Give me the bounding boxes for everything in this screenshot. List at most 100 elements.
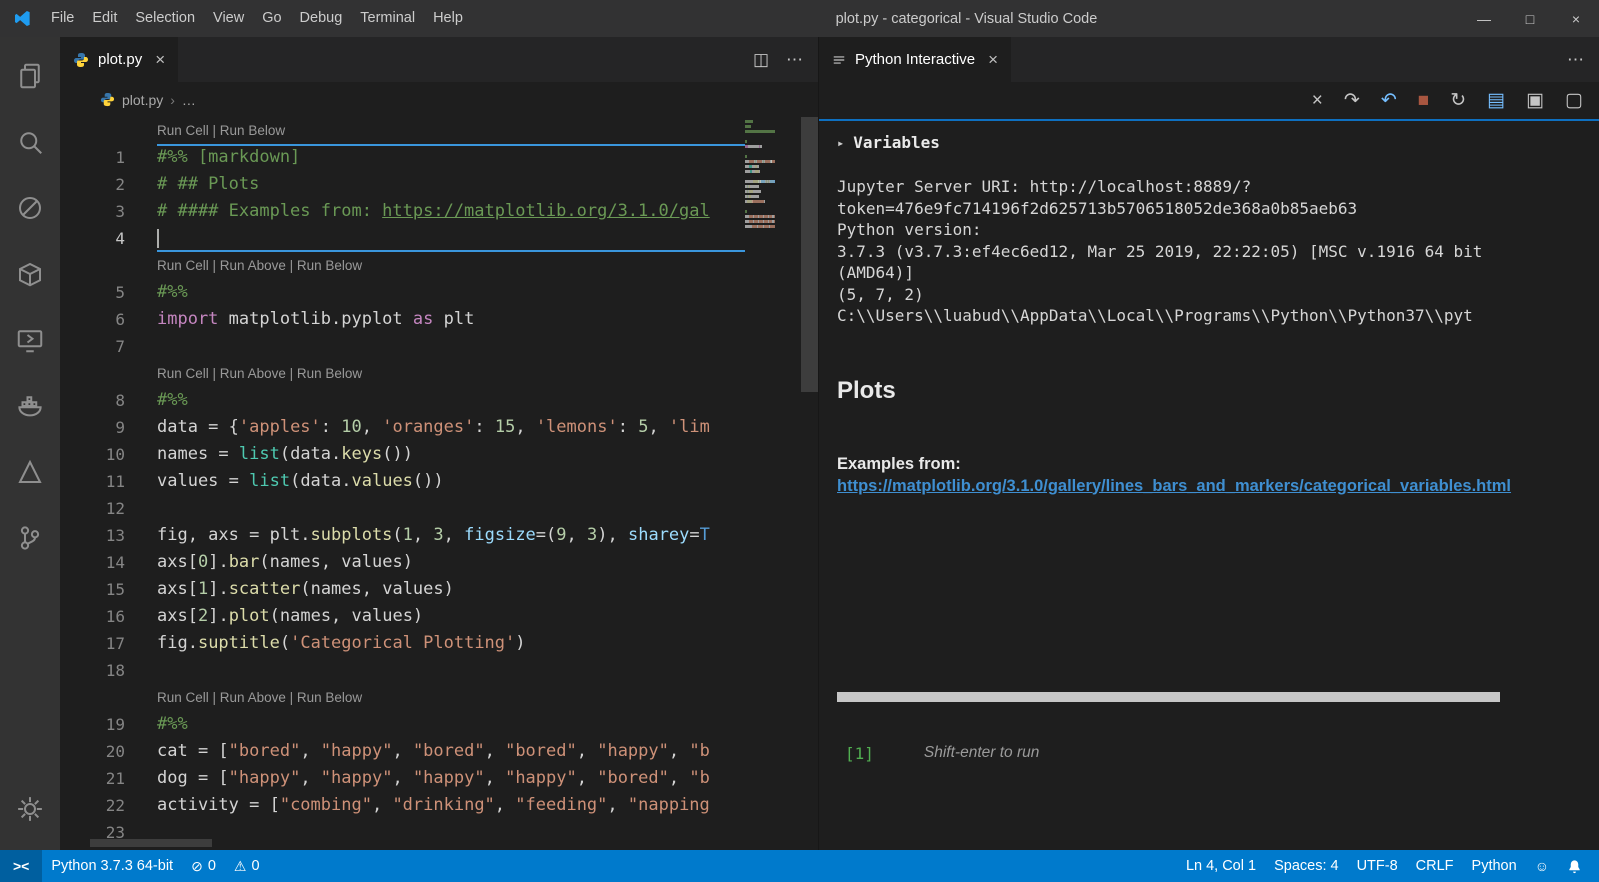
status-cursor-position[interactable]: Ln 4, Col 1	[1177, 850, 1265, 882]
code-line-content[interactable]: values = list(data.values())	[157, 468, 745, 495]
export-notebook-icon[interactable]: ▤	[1487, 91, 1505, 110]
code-line-content[interactable]: cat = ["bored", "happy", "bored", "bored…	[157, 738, 745, 765]
undo-icon[interactable]: ↶	[1381, 91, 1397, 110]
collapse-input-icon[interactable]: ▢	[1565, 91, 1583, 110]
menu-help[interactable]: Help	[424, 0, 472, 37]
code-line-content[interactable]	[157, 333, 745, 360]
tab-close-icon[interactable]: ×	[155, 50, 165, 70]
menu-debug[interactable]: Debug	[291, 0, 352, 37]
split-editor-icon[interactable]: ◫	[753, 50, 769, 70]
codelens-run-below[interactable]: Run Below	[297, 690, 362, 705]
codelens-run-above[interactable]: Run Above	[220, 258, 286, 273]
docker-icon[interactable]	[6, 373, 54, 439]
more-actions-icon[interactable]: ⋯	[1567, 50, 1584, 70]
redo-icon[interactable]: ↷	[1344, 91, 1360, 110]
vertical-scrollbar-thumb[interactable]	[801, 117, 818, 392]
breadcrumb-item-file[interactable]: plot.py	[122, 92, 163, 108]
input-prompt-row[interactable]: [1] Shift-enter to run	[837, 744, 1599, 763]
line-number	[60, 684, 157, 711]
search-icon[interactable]	[6, 109, 54, 175]
codelens-run-below[interactable]: Run Below	[220, 123, 285, 138]
line-number: 7	[60, 333, 157, 360]
menu-file[interactable]: File	[42, 0, 83, 37]
code-line-content[interactable]: # ## Plots	[157, 171, 745, 198]
status-indentation[interactable]: Spaces: 4	[1265, 850, 1348, 882]
code-line-content[interactable]: #%%	[157, 279, 745, 306]
menu-go[interactable]: Go	[253, 0, 290, 37]
code-line-content[interactable]: # #### Examples from: https://matplotlib…	[157, 198, 745, 225]
code-line-content[interactable]: #%% [markdown]	[157, 144, 745, 171]
code-line-content[interactable]: #%%	[157, 711, 745, 738]
menu-view[interactable]: View	[204, 0, 253, 37]
code-line-content[interactable]: #%%	[157, 387, 745, 414]
codelens-row: Run Cell | Run Above | Run Below	[60, 360, 745, 387]
python-file-icon	[100, 92, 115, 107]
tab-plot-py[interactable]: plot.py ×	[60, 37, 178, 82]
remote-display-icon[interactable]	[6, 307, 54, 373]
tab-close-icon[interactable]: ×	[988, 50, 998, 70]
horizontal-scrollbar-thumb[interactable]	[90, 839, 212, 847]
code-line-content[interactable]: data = {'apples': 10, 'oranges': 15, 'le…	[157, 414, 745, 441]
status-python-interpreter[interactable]: Python 3.7.3 64-bit	[42, 850, 182, 882]
codelens-run-below[interactable]: Run Below	[297, 366, 362, 381]
status-errors[interactable]: ⊘0	[182, 850, 225, 882]
status-bar-right: Ln 4, Col 1Spaces: 4UTF-8CRLFPython☺	[1177, 850, 1599, 882]
code-line-content[interactable]	[157, 495, 745, 522]
code-line-content[interactable]: activity = ["combing", "drinking", "feed…	[157, 792, 745, 819]
minimize-button[interactable]: —	[1461, 0, 1507, 37]
code-line-content[interactable]: names = list(data.keys())	[157, 441, 745, 468]
codelens-run-cell[interactable]: Run Cell	[157, 123, 209, 138]
tab-python-interactive[interactable]: Python Interactive ×	[819, 37, 1011, 82]
code-line-content[interactable]: axs[1].scatter(names, values)	[157, 576, 745, 603]
codelens-run-above[interactable]: Run Above	[220, 366, 286, 381]
codelens-run-cell[interactable]: Run Cell	[157, 366, 209, 381]
expand-input-icon[interactable]: ▣	[1526, 91, 1544, 110]
status-feedback[interactable]: ☺	[1526, 850, 1558, 882]
console-line: (5, 7, 2)	[837, 284, 1599, 306]
close-button[interactable]: ×	[1553, 0, 1599, 37]
restart-kernel-icon[interactable]: ↻	[1450, 91, 1466, 110]
code-line-content[interactable]: dog = ["happy", "happy", "happy", "happy…	[157, 765, 745, 792]
notifications-bell-icon[interactable]	[1558, 850, 1591, 882]
breadcrumb-item-more[interactable]: …	[182, 92, 196, 108]
code-line-row: 21dog = ["happy", "happy", "happy", "hap…	[60, 765, 745, 792]
variables-section-header[interactable]: ▸ Variables	[837, 133, 1599, 152]
code-line-content[interactable]	[157, 819, 745, 846]
code-line-content[interactable]: fig, axs = plt.subplots(1, 3, figsize=(9…	[157, 522, 745, 549]
codelens-run-above[interactable]: Run Above	[220, 690, 286, 705]
package-icon[interactable]	[6, 241, 54, 307]
codelens-run-below[interactable]: Run Below	[297, 258, 362, 273]
status-encoding[interactable]: UTF-8	[1348, 850, 1407, 882]
line-number: 1	[60, 144, 157, 171]
more-actions-icon[interactable]: ⋯	[786, 50, 803, 70]
codelens-run-cell[interactable]: Run Cell	[157, 258, 209, 273]
code-line-content[interactable]: axs[0].bar(names, values)	[157, 549, 745, 576]
codelens-run-cell[interactable]: Run Cell	[157, 690, 209, 705]
menu-edit[interactable]: Edit	[83, 0, 126, 37]
line-number	[60, 360, 157, 387]
code-line-content[interactable]: import matplotlib.pyplot as plt	[157, 306, 745, 333]
azure-icon[interactable]	[6, 439, 54, 505]
minimap[interactable]	[745, 120, 801, 235]
status-warnings[interactable]: ⚠0	[225, 850, 269, 882]
menu-selection[interactable]: Selection	[126, 0, 204, 37]
interrupt-kernel-icon[interactable]: ■	[1418, 91, 1429, 110]
status-remote-indicator[interactable]: ><	[0, 850, 42, 882]
code-line-content[interactable]: axs[2].plot(names, values)	[157, 603, 745, 630]
cancel-icon[interactable]: ×	[1312, 91, 1323, 110]
examples-link[interactable]: https://matplotlib.org/3.1.0/gallery/lin…	[837, 477, 1599, 496]
code-line-content[interactable]: fig.suptitle('Categorical Plotting')	[157, 630, 745, 657]
code-line-content[interactable]	[157, 225, 745, 252]
explorer-icon[interactable]	[6, 43, 54, 109]
menu-terminal[interactable]: Terminal	[351, 0, 424, 37]
line-number: 20	[60, 738, 157, 765]
line-number: 18	[60, 657, 157, 684]
status-language-mode[interactable]: Python	[1463, 850, 1526, 882]
blocked-circle-icon[interactable]	[6, 175, 54, 241]
status-eol[interactable]: CRLF	[1407, 850, 1463, 882]
settings-gear-icon[interactable]	[6, 776, 54, 842]
maximize-button[interactable]: □	[1507, 0, 1553, 37]
code-line-row: 16axs[2].plot(names, values)	[60, 603, 745, 630]
source-control-icon[interactable]	[6, 505, 54, 571]
code-line-content[interactable]	[157, 657, 745, 684]
